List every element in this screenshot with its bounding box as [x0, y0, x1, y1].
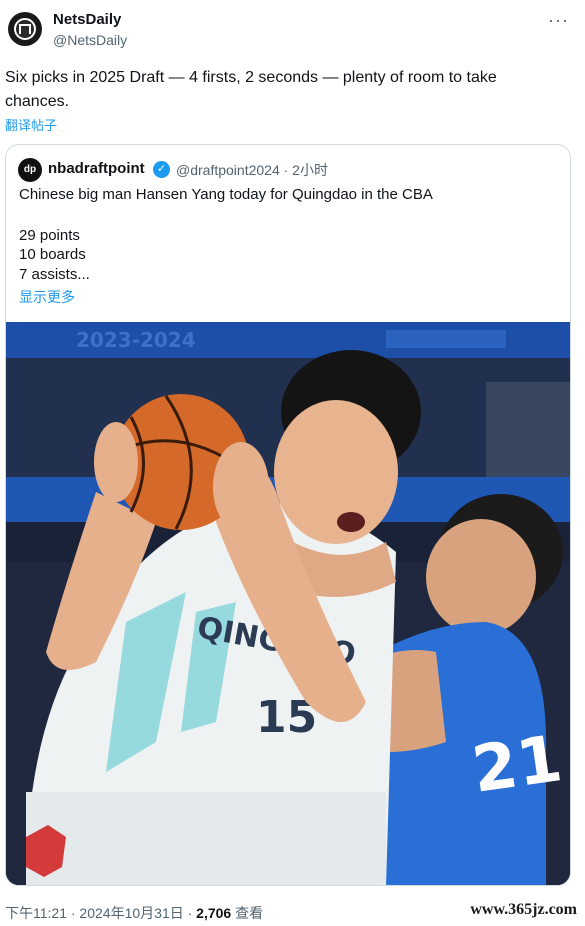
views-label: 查看: [231, 905, 264, 921]
player-face: [274, 400, 398, 544]
basketball-photo: 2023-2024 21 QINGDAO 15: [6, 322, 570, 885]
quoted-photo[interactable]: 2023-2024 21 QINGDAO 15: [6, 322, 570, 885]
verified-badge-icon: ✓: [153, 161, 170, 178]
author-avatar[interactable]: [8, 12, 42, 46]
tweet-header: NetsDaily @NetsDaily ···: [0, 0, 585, 60]
views-count: 2,706: [196, 905, 232, 921]
player-mouth: [337, 512, 365, 532]
author-handle[interactable]: @NetsDaily: [53, 32, 127, 48]
author-name[interactable]: NetsDaily: [53, 11, 121, 28]
timestamp[interactable]: 下午11:21 · 2024年10月31日 ·: [5, 905, 196, 921]
translate-link[interactable]: 翻译帖子: [5, 115, 57, 134]
banner-panel: [386, 330, 506, 348]
quoted-text-line: 29 points: [19, 227, 80, 244]
watermark: www.365jz.com: [470, 901, 577, 918]
quoted-text-line: Chinese big man Hansen Yang today for Qu…: [19, 186, 433, 203]
tweet-text: Six picks in 2025 Draft — 4 firsts, 2 se…: [5, 69, 497, 110]
quoted-text-line: 7 assists...: [19, 266, 90, 283]
banner-text: 2023-2024: [76, 328, 196, 352]
player-right-hand: [213, 442, 269, 532]
tweet-meta: 下午11:21 · 2024年10月31日 · 2,706 查看: [5, 903, 263, 923]
avatar-logo-mark: [19, 24, 31, 34]
opponent-number: 21: [468, 722, 566, 808]
show-more-link[interactable]: 显示更多: [19, 287, 75, 307]
quoted-text-line: 10 boards: [19, 246, 86, 263]
quoted-author-name[interactable]: nbadraftpoint: [48, 160, 145, 177]
quoted-tweet[interactable]: dp nbadraftpoint ✓ @draftpoint2024 · 2小时…: [5, 144, 571, 886]
player-left-hand: [94, 422, 138, 502]
opponent-face: [426, 519, 536, 635]
more-horizontal-icon[interactable]: ···: [548, 10, 569, 31]
player-shorts: [26, 792, 386, 885]
quoted-avatar[interactable]: dp: [18, 158, 42, 182]
quoted-handle-time: @draftpoint2024 · 2小时: [176, 162, 328, 178]
